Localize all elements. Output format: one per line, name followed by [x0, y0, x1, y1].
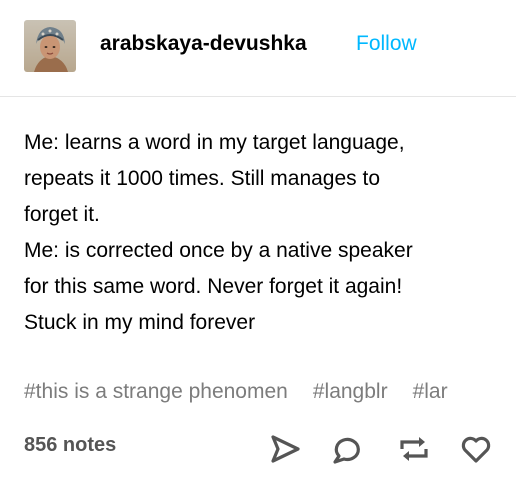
- post-text-line: for this same word. Never forget it agai…: [24, 275, 403, 298]
- post-text: Me: learns a word in my target language,…: [24, 125, 494, 341]
- reply-icon: [333, 437, 360, 464]
- share-button[interactable]: [268, 432, 302, 466]
- post-text-line: Stuck in my mind forever: [24, 311, 256, 334]
- post-header: arabskaya-devushka Follow: [0, 0, 516, 97]
- tag-langblr[interactable]: #langblr: [313, 380, 388, 403]
- follow-button[interactable]: Follow: [356, 32, 417, 56]
- like-button[interactable]: [459, 432, 493, 466]
- reblog-button[interactable]: [397, 432, 431, 466]
- post-text-line: repeats it 1000 times. Still manages to: [24, 167, 381, 190]
- tag-strange-phenomen[interactable]: #this is a strange phenomen: [24, 380, 288, 403]
- post-text-line: forget it.: [24, 203, 100, 226]
- avatar-image: [24, 20, 76, 72]
- post-text-line: Me: is corrected once by a native speake…: [24, 239, 413, 262]
- reply-button[interactable]: [330, 432, 364, 466]
- blog-name-link[interactable]: arabskaya-devushka: [100, 32, 307, 56]
- tags-fade-overlay: [444, 377, 492, 407]
- like-icon: [461, 436, 491, 463]
- notes-count[interactable]: 856 notes: [24, 434, 116, 457]
- post-tags: #this is a strange phenomen #langblr #lar: [24, 377, 492, 407]
- reblog-icon: [400, 437, 428, 461]
- post-text-line: Me: learns a word in my target language,: [24, 131, 405, 154]
- blog-avatar[interactable]: [24, 20, 76, 72]
- share-icon: [271, 435, 300, 463]
- tag-truncated[interactable]: #lar: [413, 380, 448, 403]
